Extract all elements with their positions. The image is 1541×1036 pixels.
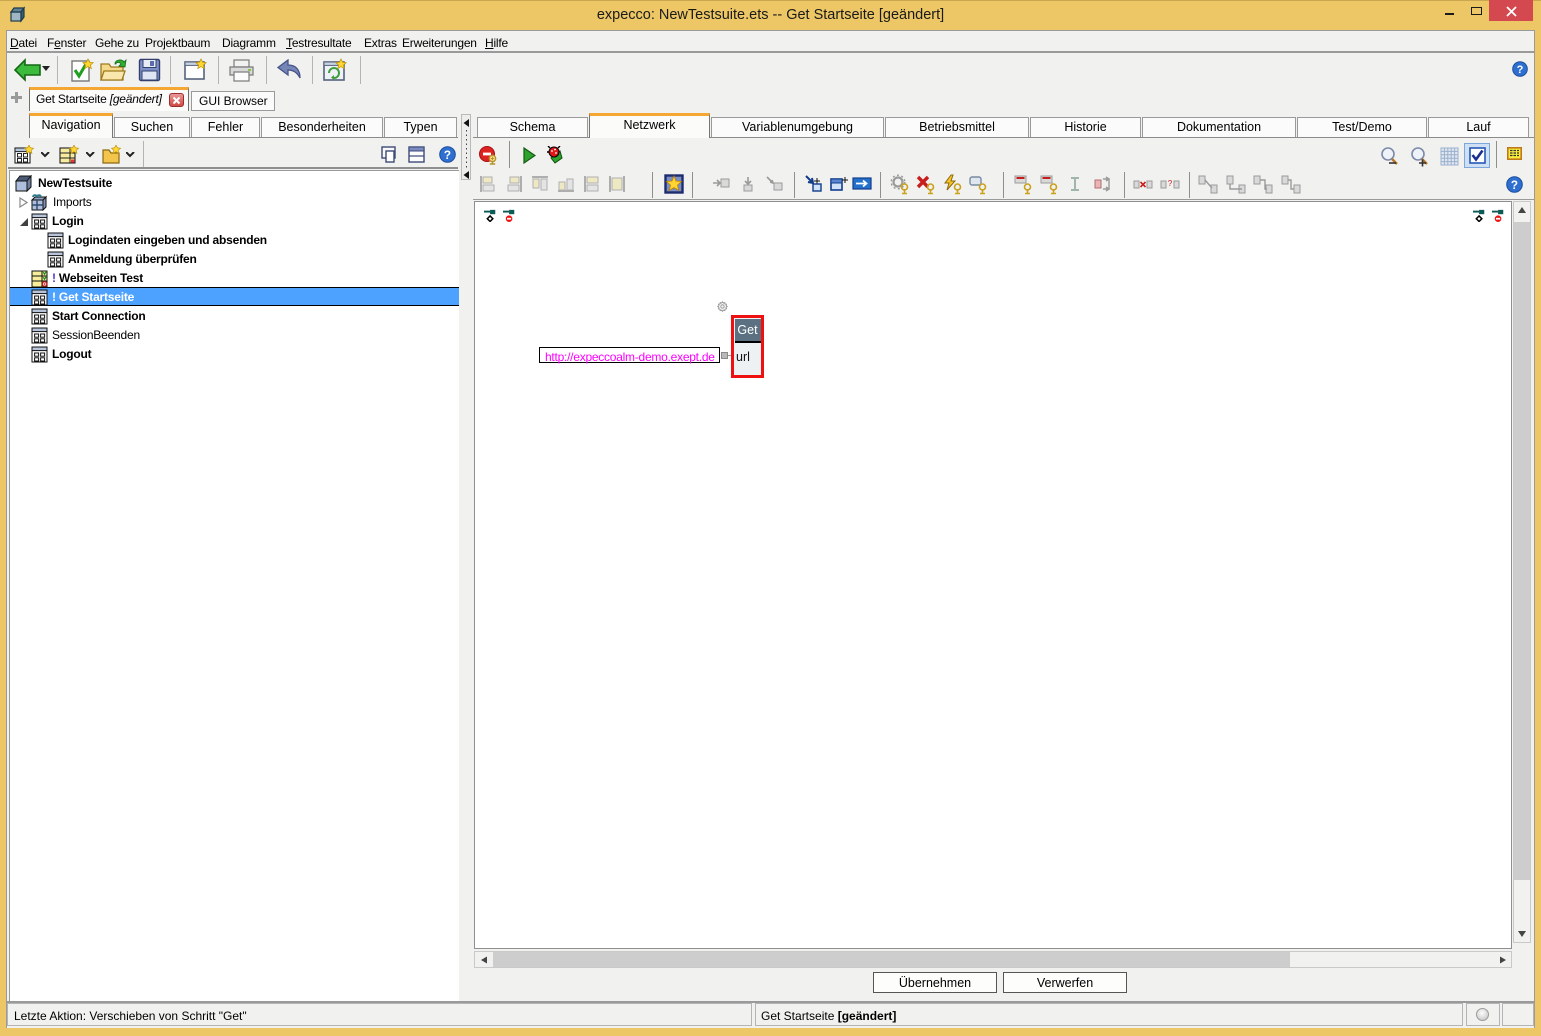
svg-text:?: ?	[1168, 179, 1173, 188]
svg-text:?: ?	[1511, 179, 1518, 192]
svg-text:?: ?	[444, 149, 451, 162]
svg-text:?: ?	[1517, 64, 1524, 76]
